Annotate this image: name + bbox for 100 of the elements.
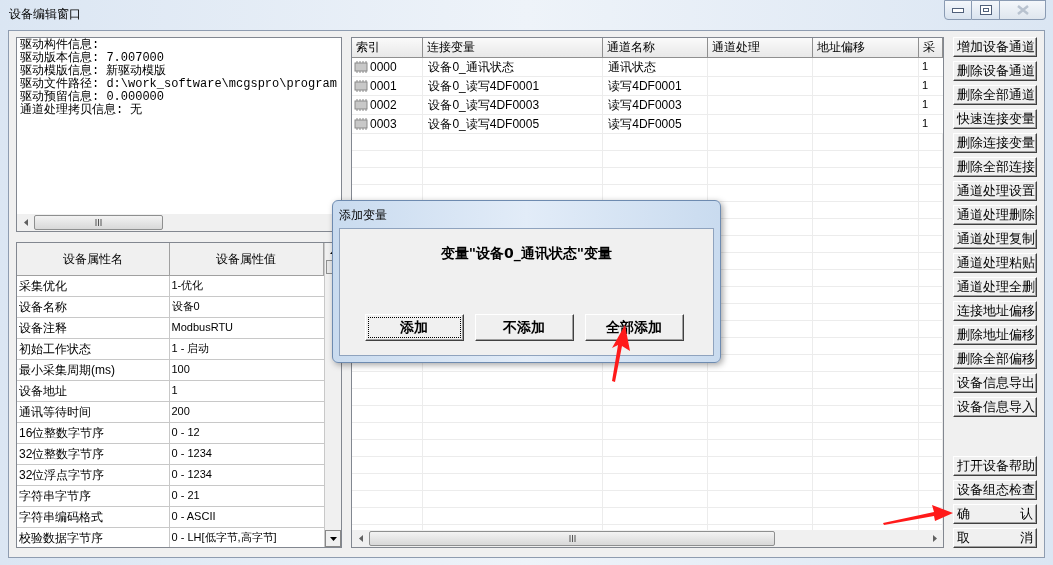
minimize-icon [952, 7, 964, 13]
dialog-button[interactable]: 不添加 [474, 314, 574, 341]
index-text: 0003 [370, 115, 397, 133]
left-arrow-icon [23, 219, 28, 226]
property-value[interactable]: 0 - 12 [169, 422, 324, 443]
side-button[interactable]: 连接地址偏移 [953, 301, 1037, 321]
property-name: 字符串编码格式 [17, 506, 169, 527]
side-button[interactable]: 通道处理全删 [953, 277, 1037, 297]
right-arrow-icon [932, 535, 937, 542]
column-header[interactable]: 设备属性名 [17, 243, 169, 275]
side-button[interactable]: 增加设备通道 [953, 37, 1037, 57]
info-line: 驱动版本信息: 7.007000 [20, 52, 164, 65]
grip-icon [568, 535, 576, 542]
property-value[interactable]: 0 - ASCII [169, 506, 324, 527]
side-button[interactable]: 通道处理粘贴 [953, 253, 1037, 273]
info-line: 驱动模版信息: 新驱动模版 [20, 65, 167, 78]
scroll-down-button[interactable] [325, 530, 341, 547]
property-value[interactable]: 1-优化 [169, 275, 324, 296]
property-value[interactable]: 0 - LH[低字节,高字节] [169, 527, 324, 547]
close-button[interactable] [1000, 0, 1046, 20]
property-name: 采集优化 [17, 275, 169, 296]
info-line: 通道处理拷贝信息: 无 [20, 104, 143, 117]
property-name: 初始工作状态 [17, 338, 169, 359]
table-cell: 设备0_读写4DF0005 [422, 114, 603, 133]
dialog-title: 添加变量 [339, 206, 387, 224]
property-value[interactable]: 200 [169, 401, 324, 422]
side-button[interactable]: 删除设备通道 [953, 61, 1037, 81]
info-line: 驱动构件信息: [20, 39, 100, 52]
grip-icon [95, 219, 102, 226]
table-cell: 设备0_读写4DF0003 [422, 95, 603, 114]
chip-icon [354, 79, 368, 92]
index-text: 0002 [370, 96, 397, 114]
column-header[interactable]: 连接变量 [422, 38, 603, 57]
close-icon [1016, 5, 1029, 15]
side-button[interactable]: 通道处理复制 [953, 229, 1037, 249]
side-button[interactable]: 取 消 [953, 528, 1037, 548]
side-button[interactable]: 删除连接变量 [953, 133, 1037, 153]
window-title: 设备编辑窗口 [9, 7, 81, 21]
side-button[interactable]: 通道处理设置 [953, 181, 1037, 201]
side-button[interactable]: 删除地址偏移 [953, 325, 1037, 345]
maximize-icon [979, 5, 992, 15]
property-name: 字符串字节序 [17, 485, 169, 506]
side-button[interactable]: 快速连接变量 [953, 109, 1037, 129]
property-name: 通讯等待时间 [17, 401, 169, 422]
property-name: 设备名称 [17, 296, 169, 317]
chip-icon [354, 60, 368, 73]
dialog-message: 变量"设备0_通讯状态"变量 [440, 244, 613, 264]
column-header[interactable]: 通道处理 [707, 38, 813, 57]
property-name: 设备地址 [17, 380, 169, 401]
side-button[interactable]: 确 认 [953, 504, 1037, 524]
property-value[interactable]: 0 - 1234 [169, 464, 324, 485]
table-cell: 1 [918, 57, 943, 76]
column-header[interactable]: 地址偏移 [812, 38, 919, 57]
scroll-thumb[interactable] [369, 531, 775, 546]
property-name: 最小采集周期(ms) [17, 359, 169, 380]
table-cell: 通讯状态 [602, 57, 708, 76]
down-arrow-icon [329, 536, 337, 541]
property-name: 32位浮点字节序 [17, 464, 169, 485]
column-header[interactable]: 通道名称 [602, 38, 708, 57]
scroll-thumb[interactable] [34, 215, 163, 230]
property-value[interactable]: 0 - 1234 [169, 443, 324, 464]
chip-icon [354, 98, 368, 111]
table-cell: 设备0_通讯状态 [422, 57, 603, 76]
annotation-arrow [883, 505, 953, 525]
property-name: 16位整数字节序 [17, 422, 169, 443]
property-name: 校验数据字节序 [17, 527, 169, 547]
index-text: 0001 [370, 77, 397, 95]
table-cell: 1 [918, 95, 943, 114]
side-button[interactable]: 通道处理删除 [953, 205, 1037, 225]
property-value[interactable]: 0 - 21 [169, 485, 324, 506]
side-button[interactable]: 设备信息导出 [953, 373, 1037, 393]
side-button[interactable]: 打开设备帮助 [953, 456, 1037, 476]
index-text: 0000 [370, 58, 397, 76]
chip-icon [354, 117, 368, 130]
dialog-button[interactable]: 添加 [364, 314, 464, 341]
property-value[interactable]: 100 [169, 359, 324, 380]
side-button[interactable]: 设备组态检查 [953, 480, 1037, 500]
table-cell: 1 [918, 114, 943, 133]
column-header[interactable]: 索引 [352, 38, 423, 57]
side-button[interactable]: 删除全部连接 [953, 157, 1037, 177]
table-cell: 读写4DF0003 [602, 95, 708, 114]
table-cell: 1 [918, 76, 943, 95]
left-arrow-icon [358, 535, 363, 542]
table-cell: 设备0_读写4DF0001 [422, 76, 603, 95]
table-cell: 读写4DF0001 [602, 76, 708, 95]
info-line: 驱动预留信息: 0.000000 [20, 91, 164, 104]
column-header[interactable]: 设备属性值 [169, 243, 324, 275]
property-name: 设备注释 [17, 317, 169, 338]
maximize-button[interactable] [972, 0, 1000, 20]
column-header[interactable]: 采 [918, 38, 943, 57]
table-cell: 读写4DF0005 [602, 114, 708, 133]
property-name: 32位整数字节序 [17, 443, 169, 464]
property-value[interactable]: ModbusRTU [169, 317, 324, 338]
minimize-button[interactable] [944, 0, 972, 20]
property-value[interactable]: 1 [169, 380, 324, 401]
side-button[interactable]: 删除全部通道 [953, 85, 1037, 105]
side-button[interactable]: 设备信息导入 [953, 397, 1037, 417]
property-value[interactable]: 1 - 启动 [169, 338, 324, 359]
side-button[interactable]: 删除全部偏移 [953, 349, 1037, 369]
property-value[interactable]: 设备0 [169, 296, 324, 317]
